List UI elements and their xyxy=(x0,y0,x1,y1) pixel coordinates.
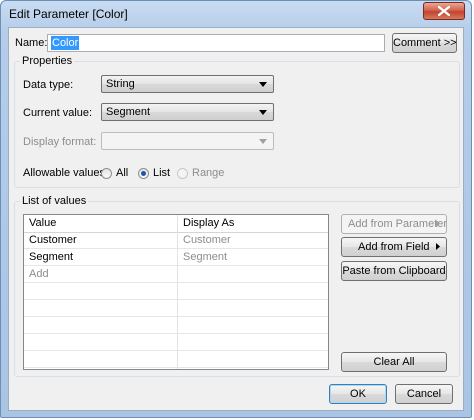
close-icon xyxy=(438,6,450,16)
radio-list[interactable] xyxy=(138,168,149,179)
chevron-down-icon xyxy=(259,139,267,144)
display-format-select xyxy=(101,132,274,150)
row-value: Segment xyxy=(29,251,74,263)
paste-from-clipboard-button[interactable]: Paste from Clipboard xyxy=(341,261,447,281)
values-table-header: Value Display As xyxy=(24,215,328,233)
table-row[interactable]: Segment Segment xyxy=(24,249,328,266)
name-label: Name: xyxy=(15,37,48,49)
radio-range xyxy=(177,168,188,179)
add-from-parameter-button: Add from Parameter xyxy=(341,214,447,234)
ok-button[interactable]: OK xyxy=(329,384,387,404)
data-type-value: String xyxy=(106,78,135,90)
radio-range-label: Range xyxy=(192,167,225,179)
display-format-label: Display format: xyxy=(23,136,97,148)
row-display: Customer xyxy=(183,234,231,246)
radio-all-label: All xyxy=(116,167,129,179)
data-type-select[interactable]: String xyxy=(101,75,274,93)
properties-title: Properties xyxy=(20,55,75,68)
comment-button[interactable]: Comment >> xyxy=(392,33,457,53)
data-type-label: Data type: xyxy=(23,79,74,91)
add-from-parameter-label: Add from Parameter xyxy=(348,218,448,230)
name-input[interactable]: Color xyxy=(47,34,385,52)
cancel-button[interactable]: Cancel xyxy=(395,384,453,404)
current-value-value: Segment xyxy=(106,106,151,118)
column-header-value[interactable]: Value xyxy=(29,215,56,231)
row-value: Customer xyxy=(29,234,77,246)
empty-row xyxy=(24,283,328,300)
row-display: Segment xyxy=(183,251,228,263)
table-row[interactable]: Customer Customer xyxy=(24,232,328,249)
radio-list-label: List xyxy=(153,167,171,179)
empty-row xyxy=(24,334,328,351)
values-table[interactable]: Value Display As Customer Customer Segme… xyxy=(23,214,329,370)
chevron-down-icon xyxy=(259,110,267,115)
add-row[interactable]: Add xyxy=(24,266,328,283)
add-from-field-label: Add from Field xyxy=(358,241,430,253)
add-row-placeholder: Add xyxy=(29,268,49,280)
current-value-label: Current value: xyxy=(23,107,93,119)
chevron-right-icon xyxy=(436,243,440,250)
clear-all-button[interactable]: Clear All xyxy=(341,352,447,372)
edit-parameter-dialog: Edit Parameter [Color] Name: Color Comme… xyxy=(0,0,472,418)
dialog-body: Name: Color Comment >> Properties Data t… xyxy=(8,27,464,411)
close-button[interactable] xyxy=(423,2,465,20)
empty-row xyxy=(24,317,328,334)
empty-row xyxy=(24,351,328,368)
empty-row xyxy=(24,300,328,317)
list-of-values-title: List of values xyxy=(20,195,89,208)
chevron-down-icon xyxy=(259,82,267,87)
column-header-display-as[interactable]: Display As xyxy=(183,215,234,231)
chevron-right-icon xyxy=(436,220,440,227)
name-input-value: Color xyxy=(51,36,80,50)
title-bar[interactable]: Edit Parameter [Color] xyxy=(1,1,471,27)
radio-all[interactable] xyxy=(101,168,112,179)
add-from-field-button[interactable]: Add from Field xyxy=(341,237,447,257)
allowable-values-label: Allowable values: xyxy=(23,167,108,179)
dialog-title: Edit Parameter [Color] xyxy=(9,7,128,21)
current-value-select[interactable]: Segment xyxy=(101,103,274,121)
